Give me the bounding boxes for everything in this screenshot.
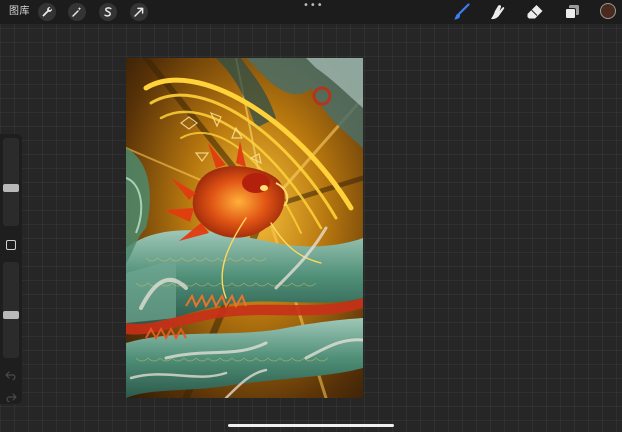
opacity-slider[interactable] — [3, 262, 19, 358]
drawing-canvas[interactable] — [126, 58, 363, 398]
arrow-cursor-icon[interactable] — [130, 3, 148, 21]
more-options-button[interactable]: ••• — [303, 1, 323, 12]
left-sidebar — [0, 134, 22, 404]
eraser-icon[interactable] — [525, 2, 545, 22]
modify-button[interactable] — [6, 240, 16, 250]
dragon-artwork — [126, 58, 363, 398]
brush-icon[interactable] — [452, 2, 472, 22]
gallery-button[interactable]: 图库 — [9, 5, 30, 19]
selection-s-icon[interactable] — [99, 3, 117, 21]
home-indicator — [228, 424, 394, 427]
brush-size-thumb[interactable] — [3, 184, 19, 192]
top-toolbar: 图库 ••• — [0, 0, 622, 24]
layers-icon[interactable] — [562, 2, 582, 22]
redo-icon[interactable] — [5, 388, 17, 403]
brush-size-slider[interactable] — [3, 138, 19, 226]
magic-wand-icon[interactable] — [68, 3, 86, 21]
smudge-icon[interactable] — [487, 2, 507, 22]
wrench-icon[interactable] — [38, 3, 56, 21]
undo-icon[interactable] — [5, 366, 17, 381]
opacity-thumb[interactable] — [3, 311, 19, 319]
color-swatch[interactable] — [600, 3, 616, 19]
